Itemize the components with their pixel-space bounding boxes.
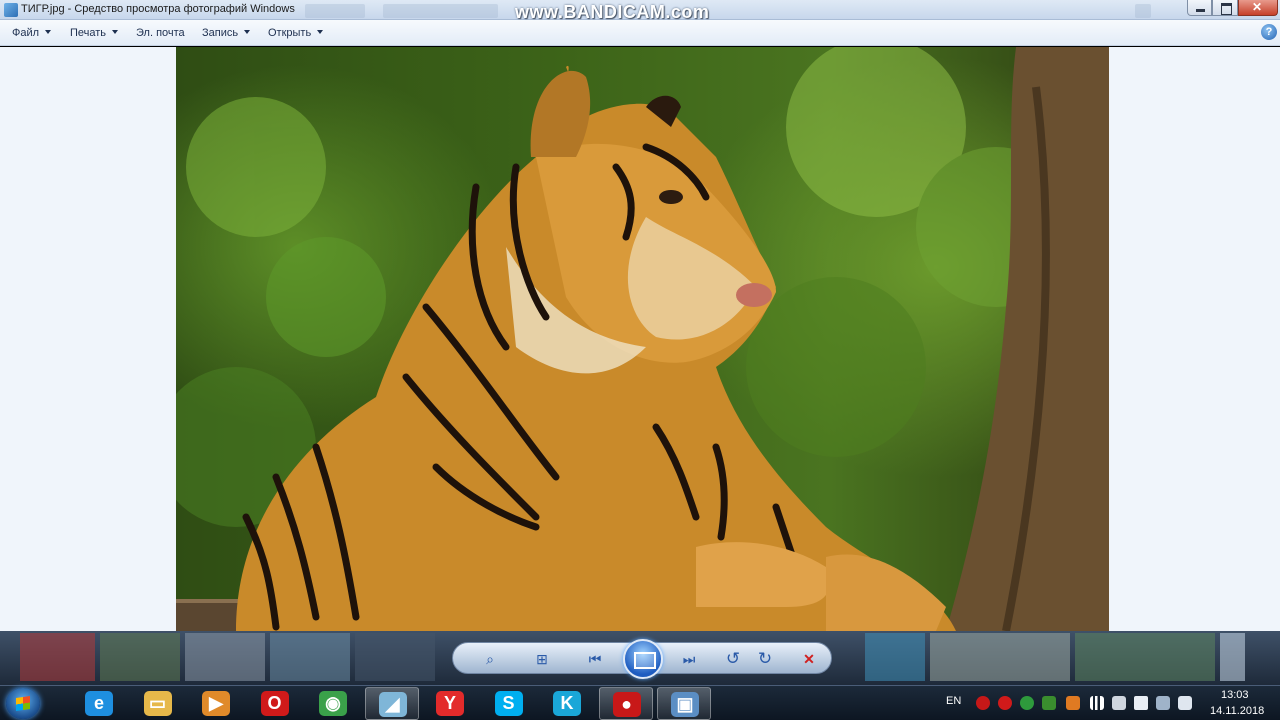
thumbnail [1075,633,1215,681]
viewer-control-strip: ⌕ ⊞ ⏮ ⏭ ↺ ↻ ✕ [0,631,1280,685]
menu-email-label: Эл. почта [136,27,185,39]
delete-icon[interactable]: ✕ [797,649,821,669]
maximize-button[interactable] [1212,0,1238,16]
chevron-down-icon [317,30,324,34]
thumbnail [1220,633,1245,681]
menu-file[interactable]: Файл [12,27,52,39]
image-viewing-area[interactable] [0,47,1280,631]
start-button[interactable] [6,688,40,719]
clock-time[interactable]: 13:03 [1221,689,1249,701]
menu-email[interactable]: Эл. почта [136,27,185,39]
menu-open[interactable]: Открыть [268,27,324,39]
display-icon[interactable] [1156,696,1170,710]
slideshow-button[interactable] [623,639,663,679]
taskbar-app-yandex-browser[interactable]: Y [423,687,477,720]
antivirus-tray-icon[interactable] [1020,696,1034,710]
taskbar-app-opera[interactable]: O [248,687,302,720]
signal-icon[interactable] [1090,696,1104,710]
chrome-icon: ◉ [319,691,347,716]
title-bar: ТИГР.jpg - Средство просмотра фотографий… [0,0,1280,22]
opera-tray-icon[interactable] [998,696,1012,710]
next-icon[interactable]: ⏭ [677,649,701,669]
thumbnail [865,633,925,681]
menu-bar: Файл Печать Эл. почта Запись Открыть ? [0,20,1280,46]
kmplayer-icon: K [553,691,581,716]
yandex-browser-icon: Y [436,691,464,716]
chevron-down-icon [45,30,52,34]
taskbar-app-skype[interactable]: S [482,687,536,720]
thumbnail [100,633,180,681]
taskbar-app-kmplayer[interactable]: K [540,687,594,720]
menu-print[interactable]: Печать [70,27,119,39]
taskbar: e ▭ ▶ O ◉ ◢ Y S K ● ▣ EN 13:03 14.11.2018 [0,685,1280,720]
language-indicator[interactable]: EN [946,695,961,707]
rotate-left-icon[interactable]: ↺ [721,649,745,669]
taskbar-app-file-explorer[interactable]: ▭ [131,687,185,720]
media-player-icon: ▶ [202,691,230,716]
clock-date[interactable]: 14.11.2018 [1210,705,1264,717]
window-title: ТИГР.jpg - Средство просмотра фотографий… [21,3,295,15]
bandicam-watermark: www.BANDICAM.com [515,2,710,22]
file-explorer-icon: ▭ [143,691,172,716]
app-tray-icon[interactable] [1042,696,1056,710]
minimize-button[interactable] [1187,0,1212,16]
tiger-photo [176,47,1109,631]
taskbar-app-chrome[interactable]: ◉ [306,687,360,720]
bandicam-icon: ● [612,692,641,717]
photo-viewer-icon: ▣ [671,692,699,717]
menu-burn-label: Запись [202,27,239,39]
background-window-tab [305,4,365,18]
thumbnail [930,633,1070,681]
thumbnail [270,633,350,681]
thumbnail [20,633,95,681]
navigation-controls: ⌕ ⊞ ⏮ ⏭ ↺ ↻ ✕ [452,639,832,679]
chevron-down-icon [112,30,119,34]
zoom-icon[interactable]: ⌕ [475,649,505,669]
power-icon[interactable] [1178,696,1192,710]
chevron-down-icon [244,30,251,34]
record-tray-icon[interactable] [976,696,990,710]
unknown-app-icon: ◢ [378,692,407,717]
menu-burn[interactable]: Запись [202,27,251,39]
taskbar-app-bandicam[interactable]: ● [598,687,653,720]
menu-open-label: Открыть [268,27,312,39]
tiger-illustration [176,47,1109,631]
skype-icon: S [494,691,523,716]
close-button[interactable] [1238,0,1278,16]
previous-icon[interactable]: ⏮ [583,649,607,669]
volume-icon[interactable] [1134,696,1148,710]
taskbar-app-unknown-app[interactable]: ◢ [364,687,419,720]
network-icon[interactable] [1112,696,1126,710]
help-icon[interactable]: ? [1261,24,1277,40]
taskbar-app-internet-explorer[interactable]: e [72,687,126,720]
thumbnail [185,633,265,681]
actual-size-icon[interactable]: ⊞ [531,649,553,669]
opera-icon: O [260,691,289,716]
menu-print-label: Печать [70,27,107,39]
internet-explorer-icon: e [85,691,113,716]
taskbar-app-media-player[interactable]: ▶ [189,687,243,720]
taskbar-app-photo-viewer[interactable]: ▣ [657,687,711,720]
thumbnail [355,633,435,681]
background-window-tab [1135,4,1151,18]
background-window-tab [383,4,498,18]
photo-viewer-app-icon [4,3,18,17]
rotate-right-icon[interactable]: ↻ [753,649,777,669]
menu-file-label: Файл [12,27,40,39]
bird-tray-icon[interactable] [1066,696,1080,710]
